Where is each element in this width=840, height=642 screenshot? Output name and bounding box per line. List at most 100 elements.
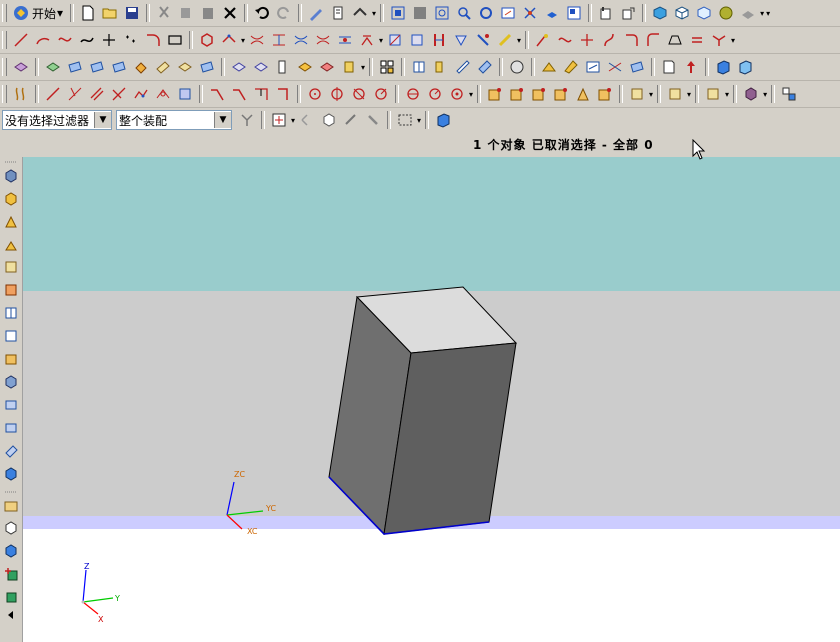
- sidebar-grip[interactable]: [2, 489, 20, 495]
- dropdown-arrow-icon[interactable]: ▾: [649, 90, 653, 99]
- graphics-window[interactable]: ZC YC XC Z Y X: [23, 157, 840, 642]
- spline-icon[interactable]: [56, 31, 74, 49]
- chamfer-icon[interactable]: [318, 58, 336, 76]
- component-mate-icon[interactable]: [530, 85, 548, 103]
- sidebar-assembly-navigator-icon[interactable]: [2, 167, 20, 185]
- wireframe-icon[interactable]: [565, 4, 583, 22]
- boss-icon[interactable]: [110, 58, 128, 76]
- join-icon[interactable]: [474, 31, 492, 49]
- line-icon[interactable]: [12, 31, 30, 49]
- pattern-icon[interactable]: [410, 58, 428, 76]
- sidebar-layer-icon[interactable]: [2, 497, 20, 515]
- dropdown-arrow-icon[interactable]: ▾: [241, 36, 245, 45]
- thicken-icon[interactable]: [562, 58, 580, 76]
- selection-scope-select[interactable]: 整个装配 ▼: [116, 110, 232, 130]
- part-nav-icon[interactable]: [597, 4, 615, 22]
- sidebar-part-navigator-icon[interactable]: [2, 190, 20, 208]
- sweep-icon[interactable]: [66, 58, 84, 76]
- wave-geom-icon[interactable]: [704, 85, 722, 103]
- sidebar-web-browser-icon[interactable]: [2, 258, 20, 276]
- component-mirror-icon[interactable]: [596, 85, 614, 103]
- trim-body-icon[interactable]: [508, 58, 526, 76]
- wrench-icon[interactable]: [364, 111, 382, 129]
- surface-icon[interactable]: [660, 58, 678, 76]
- component-array-icon[interactable]: [574, 85, 592, 103]
- chevron-down-icon[interactable]: ▼: [214, 112, 231, 128]
- line-constraint-icon[interactable]: [44, 85, 62, 103]
- extract-icon[interactable]: [628, 58, 646, 76]
- bridge-icon[interactable]: [292, 31, 310, 49]
- pan-icon[interactable]: [499, 4, 517, 22]
- assembly-clone-icon[interactable]: [666, 85, 684, 103]
- filter-icon[interactable]: [238, 111, 256, 129]
- sidebar-system-materials-icon[interactable]: [2, 304, 20, 322]
- open-folder-icon[interactable]: [101, 4, 119, 22]
- section-icon[interactable]: [408, 31, 426, 49]
- smooth-icon[interactable]: [688, 31, 706, 49]
- solid-cube-icon[interactable]: [651, 4, 669, 22]
- dropdown-arrow-icon[interactable]: ▾: [760, 9, 764, 18]
- copy-icon[interactable]: [177, 4, 195, 22]
- mirror-icon[interactable]: [432, 58, 450, 76]
- component-add-icon[interactable]: [486, 85, 504, 103]
- offset-face-icon[interactable]: [606, 58, 624, 76]
- toolbar-grip[interactable]: [2, 58, 7, 76]
- shell-icon[interactable]: [340, 58, 358, 76]
- toolbar-grip[interactable]: [2, 85, 7, 103]
- point-set-icon[interactable]: [122, 31, 140, 49]
- sidebar-history-icon[interactable]: [2, 281, 20, 299]
- block-icon[interactable]: [714, 58, 732, 76]
- edit-object-icon[interactable]: [307, 4, 325, 22]
- sphere-icon[interactable]: [717, 4, 735, 22]
- zoom-in-icon[interactable]: [455, 4, 473, 22]
- assembly-icon[interactable]: [619, 4, 637, 22]
- edit-curve-icon[interactable]: [600, 31, 618, 49]
- view-cube-icon[interactable]: [434, 111, 452, 129]
- sidebar-visualization-icon[interactable]: [2, 419, 20, 437]
- dim-dot-icon[interactable]: [448, 85, 466, 103]
- save-icon[interactable]: [123, 4, 141, 22]
- draft-icon[interactable]: [378, 58, 396, 76]
- dropdown-arrow-icon[interactable]: ▾: [766, 9, 770, 18]
- fixed-icon[interactable]: [176, 85, 194, 103]
- dropdown-arrow-icon[interactable]: ▾: [687, 90, 691, 99]
- deselect-icon[interactable]: [320, 111, 338, 129]
- type-filter-select[interactable]: 没有选择过滤器 ▼: [2, 110, 112, 130]
- pad-icon[interactable]: [154, 58, 172, 76]
- arc-icon[interactable]: [34, 31, 52, 49]
- parallel-icon[interactable]: [66, 85, 84, 103]
- model-scene[interactable]: ZC YC XC Z Y X: [23, 157, 840, 642]
- curve-length-icon[interactable]: [666, 31, 684, 49]
- chevron-down-icon[interactable]: ▼: [94, 112, 111, 128]
- sidebar-constraint-icon[interactable]: [2, 542, 20, 560]
- slot-icon[interactable]: [176, 58, 194, 76]
- edge-blend-icon[interactable]: [296, 58, 314, 76]
- dim-radius-icon[interactable]: [372, 85, 390, 103]
- toolbar-grip[interactable]: [2, 31, 7, 49]
- new-file-icon[interactable]: [79, 4, 97, 22]
- dropdown-arrow-icon[interactable]: ▾: [372, 9, 376, 18]
- sew-icon[interactable]: [454, 58, 472, 76]
- info-icon[interactable]: [329, 4, 347, 22]
- split-curve-icon[interactable]: [496, 31, 514, 49]
- cylinder-icon[interactable]: [736, 58, 754, 76]
- paste-icon[interactable]: [199, 4, 217, 22]
- sidebar-scroll-arrow-icon[interactable]: [2, 609, 20, 621]
- dropdown-arrow-icon[interactable]: ▾: [379, 36, 383, 45]
- sidebar-palette-icon[interactable]: [2, 465, 20, 483]
- sidebar-new-component-icon[interactable]: [2, 588, 20, 606]
- select-all-icon[interactable]: [298, 111, 316, 129]
- snap-point-icon[interactable]: [270, 111, 288, 129]
- project-curve-icon[interactable]: [314, 31, 332, 49]
- sidebar-manufacturing-wizard-icon[interactable]: [2, 350, 20, 368]
- shaded-icon[interactable]: [543, 4, 561, 22]
- intersect-icon[interactable]: [386, 31, 404, 49]
- sidebar-shape-icon[interactable]: [2, 442, 20, 460]
- corner-icon[interactable]: [644, 31, 662, 49]
- fit-view-icon[interactable]: [389, 4, 407, 22]
- component-move-icon[interactable]: [508, 85, 526, 103]
- dropdown-arrow-icon[interactable]: ▾: [763, 90, 767, 99]
- revolve-icon[interactable]: [44, 58, 62, 76]
- undo-icon[interactable]: [253, 4, 271, 22]
- extrude-icon[interactable]: [12, 58, 30, 76]
